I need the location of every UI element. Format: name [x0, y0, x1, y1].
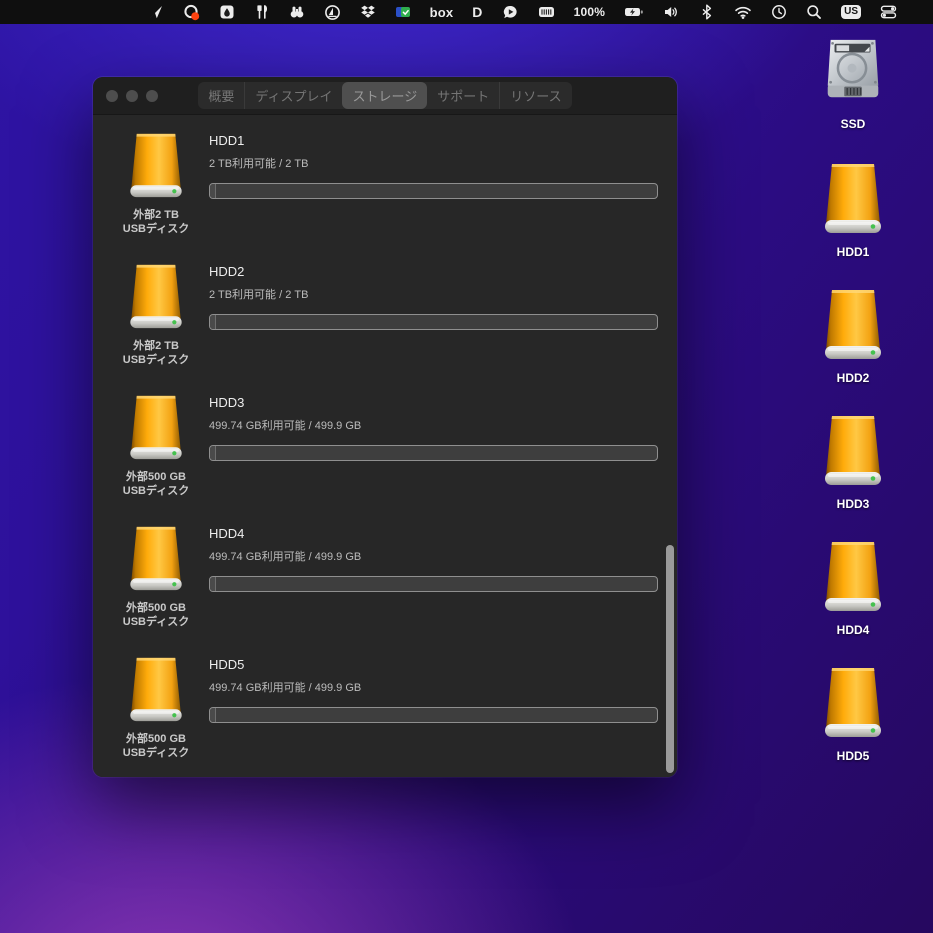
external-drive-icon — [822, 541, 884, 618]
droplet-app-icon[interactable] — [219, 3, 235, 21]
volume-icon[interactable] — [663, 3, 680, 21]
usage-bar — [209, 576, 658, 592]
drive-kind-label: 外部500 GB USBディスク — [123, 601, 189, 630]
share-bubble-icon[interactable] — [502, 3, 519, 21]
battery-percent-label[interactable]: 100% — [574, 3, 606, 21]
drive-row-hdd5: 外部500 GB USBディスク HDD5 499.74 GB利用可能 / 49… — [93, 639, 677, 770]
drive-usage-text: 2 TB利用可能 / 2 TB — [209, 286, 658, 302]
drive-usage-text: 2 TB利用可能 / 2 TB — [209, 155, 658, 171]
usage-bar-used — [210, 315, 216, 329]
drive-name: HDD1 — [209, 133, 658, 148]
desktop-icon-label: HDD1 — [837, 245, 870, 259]
deepl-logo[interactable]: D — [472, 3, 482, 21]
drive-usage-text: 499.74 GB利用可能 / 499.9 GB — [209, 679, 658, 695]
tab-bar: 概要 ディスプレイ ストレージ サポート リソース — [198, 82, 571, 109]
drive-name: HDD5 — [209, 657, 658, 672]
external-drive-icon — [822, 415, 884, 492]
battery-charging-icon[interactable] — [624, 3, 644, 21]
desktop-icon-hdd1[interactable]: HDD1 — [798, 159, 908, 285]
drive-row-hdd1: 外部2 TB USBディスク HDD1 2 TB利用可能 / 2 TB — [93, 115, 677, 246]
tab-overview[interactable]: 概要 — [198, 82, 244, 109]
desktop-icon-label: HDD4 — [837, 623, 870, 637]
system-info-window: 概要 ディスプレイ ストレージ サポート リソース 外部2 TB USBディスク… — [93, 77, 677, 777]
usage-bar — [209, 707, 658, 723]
drive-kind-label: 外部2 TB USBディスク — [123, 339, 189, 368]
storage-panel: 外部2 TB USBディスク HDD1 2 TB利用可能 / 2 TB 外部2 … — [93, 115, 677, 777]
desktop-icon-hdd5[interactable]: HDD5 — [798, 663, 908, 789]
drive-kind-label: 外部500 GB USBディスク — [123, 732, 189, 761]
external-drive-icon — [822, 163, 884, 240]
bluetooth-icon[interactable] — [699, 3, 715, 21]
external-drive-icon — [127, 526, 185, 597]
usage-bar-used — [210, 184, 216, 198]
external-drive-icon — [822, 289, 884, 366]
search-icon[interactable] — [806, 3, 822, 21]
traffic-lights — [106, 90, 158, 102]
window-titlebar[interactable]: 概要 ディスプレイ ストレージ サポート リソース — [93, 77, 677, 115]
tab-displays[interactable]: ディスプレイ — [244, 82, 342, 109]
tab-storage[interactable]: ストレージ — [342, 82, 427, 109]
input-source-label: US — [841, 5, 861, 19]
tab-support[interactable]: サポート — [427, 82, 499, 109]
desktop-icon-hdd2[interactable]: HDD2 — [798, 285, 908, 411]
external-drive-icon — [127, 657, 185, 728]
desktop-icon-label: SSD — [841, 117, 866, 131]
drive-row-hdd2: 外部2 TB USBディスク HDD2 2 TB利用可能 / 2 TB — [93, 246, 677, 377]
green-check-badge-icon[interactable] — [395, 3, 411, 21]
drive-name: HDD4 — [209, 526, 658, 541]
input-source-badge[interactable]: US — [841, 3, 861, 21]
control-center-icon[interactable] — [880, 3, 897, 21]
usage-bar-used — [210, 577, 216, 591]
desktop-icon-label: HDD3 — [837, 497, 870, 511]
drive-name: HDD2 — [209, 264, 658, 279]
internal-drive-icon — [821, 37, 885, 112]
drive-usage-text: 499.74 GB利用可能 / 499.9 GB — [209, 417, 658, 433]
drive-row-hdd4: 外部500 GB USBディスク HDD4 499.74 GB利用可能 / 49… — [93, 508, 677, 639]
dropbox-icon[interactable] — [360, 3, 376, 21]
zoom-button[interactable] — [146, 90, 158, 102]
desktop-icon-column: SSD HDD1 HDD2 HDD3 HDD4 HDD5 — [798, 33, 908, 789]
external-drive-icon — [127, 395, 185, 466]
binoculars-icon[interactable] — [289, 3, 305, 21]
desktop-icon-hdd4[interactable]: HDD4 — [798, 537, 908, 663]
tab-resources[interactable]: リソース — [499, 82, 571, 109]
wifi-icon[interactable] — [734, 3, 752, 21]
external-drive-icon — [127, 133, 185, 204]
drive-row-hdd3: 外部500 GB USBディスク HDD3 499.74 GB利用可能 / 49… — [93, 377, 677, 508]
usage-bar-used — [210, 708, 216, 722]
usage-bar — [209, 445, 658, 461]
usage-bar — [209, 183, 658, 199]
desktop-icon-label: HDD5 — [837, 749, 870, 763]
clock-icon[interactable] — [771, 3, 787, 21]
usage-bar — [209, 314, 658, 330]
external-drive-icon — [127, 264, 185, 335]
desktop-icon-ssd[interactable]: SSD — [798, 33, 908, 159]
desktop-icon-hdd3[interactable]: HDD3 — [798, 411, 908, 537]
external-drive-icon — [822, 667, 884, 744]
barcode-icon[interactable] — [538, 3, 555, 21]
desktop-icon-label: HDD2 — [837, 371, 870, 385]
usage-bar-used — [210, 446, 216, 460]
drive-kind-label: 外部2 TB USBディスク — [123, 208, 189, 237]
drive-name: HDD3 — [209, 395, 658, 410]
minimize-button[interactable] — [126, 90, 138, 102]
creative-cloud-icon[interactable] — [183, 3, 200, 21]
drive-usage-text: 499.74 GB利用可能 / 499.9 GB — [209, 548, 658, 564]
close-button[interactable] — [106, 90, 118, 102]
box-logo[interactable]: box — [430, 3, 454, 21]
menu-bar: box D 100% — [0, 0, 933, 24]
sail-circle-icon[interactable] — [324, 3, 341, 21]
utensils-icon[interactable] — [254, 3, 270, 21]
location-arrow-icon[interactable] — [148, 3, 164, 21]
drive-kind-label: 外部500 GB USBディスク — [123, 470, 189, 499]
vertical-scrollbar-thumb[interactable] — [666, 545, 674, 773]
